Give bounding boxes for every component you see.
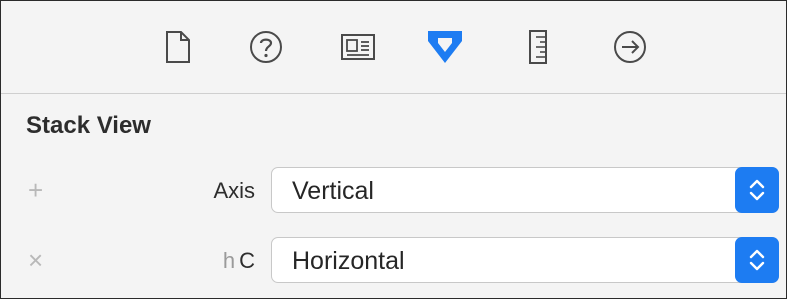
size-inspector-tab[interactable]: [517, 25, 559, 69]
hc-label-text: C: [239, 248, 255, 273]
connections-icon: [613, 30, 647, 64]
identity-inspector-tab[interactable]: [337, 25, 379, 69]
attributes-inspector-tab[interactable]: [424, 25, 466, 69]
axis-popup-value: Vertical: [292, 177, 374, 205]
axis-popup-button[interactable]: Vertical: [271, 167, 779, 213]
size-icon: [527, 29, 549, 65]
help-icon: [249, 30, 283, 64]
inspector-panel: Stack View + Axis Vertical × hC Horizont…: [0, 0, 787, 299]
chevron-updown-icon: [735, 237, 779, 283]
section-title: Stack View: [26, 112, 151, 139]
hc-variation-row: × hC Horizontal: [1, 237, 786, 285]
quick-help-tab[interactable]: [245, 25, 287, 69]
file-icon: [165, 30, 191, 64]
axis-label-text: Axis: [213, 178, 255, 203]
add-variation-button[interactable]: +: [28, 175, 43, 205]
inspector-toolbar: [1, 1, 786, 94]
identity-icon: [340, 33, 376, 61]
attributes-icon: [425, 27, 465, 67]
hc-label: hC: [223, 248, 255, 274]
axis-label: Axis: [209, 178, 255, 204]
hc-axis-popup-button[interactable]: Horizontal: [271, 237, 779, 283]
file-inspector-tab[interactable]: [157, 25, 199, 69]
remove-variation-button[interactable]: ×: [28, 245, 43, 275]
hc-label-modifier: h: [222, 248, 236, 273]
chevron-updown-icon: [735, 167, 779, 213]
connections-inspector-tab[interactable]: [609, 25, 651, 69]
hc-axis-popup-value: Horizontal: [292, 247, 405, 275]
axis-row: + Axis Vertical: [1, 167, 786, 215]
